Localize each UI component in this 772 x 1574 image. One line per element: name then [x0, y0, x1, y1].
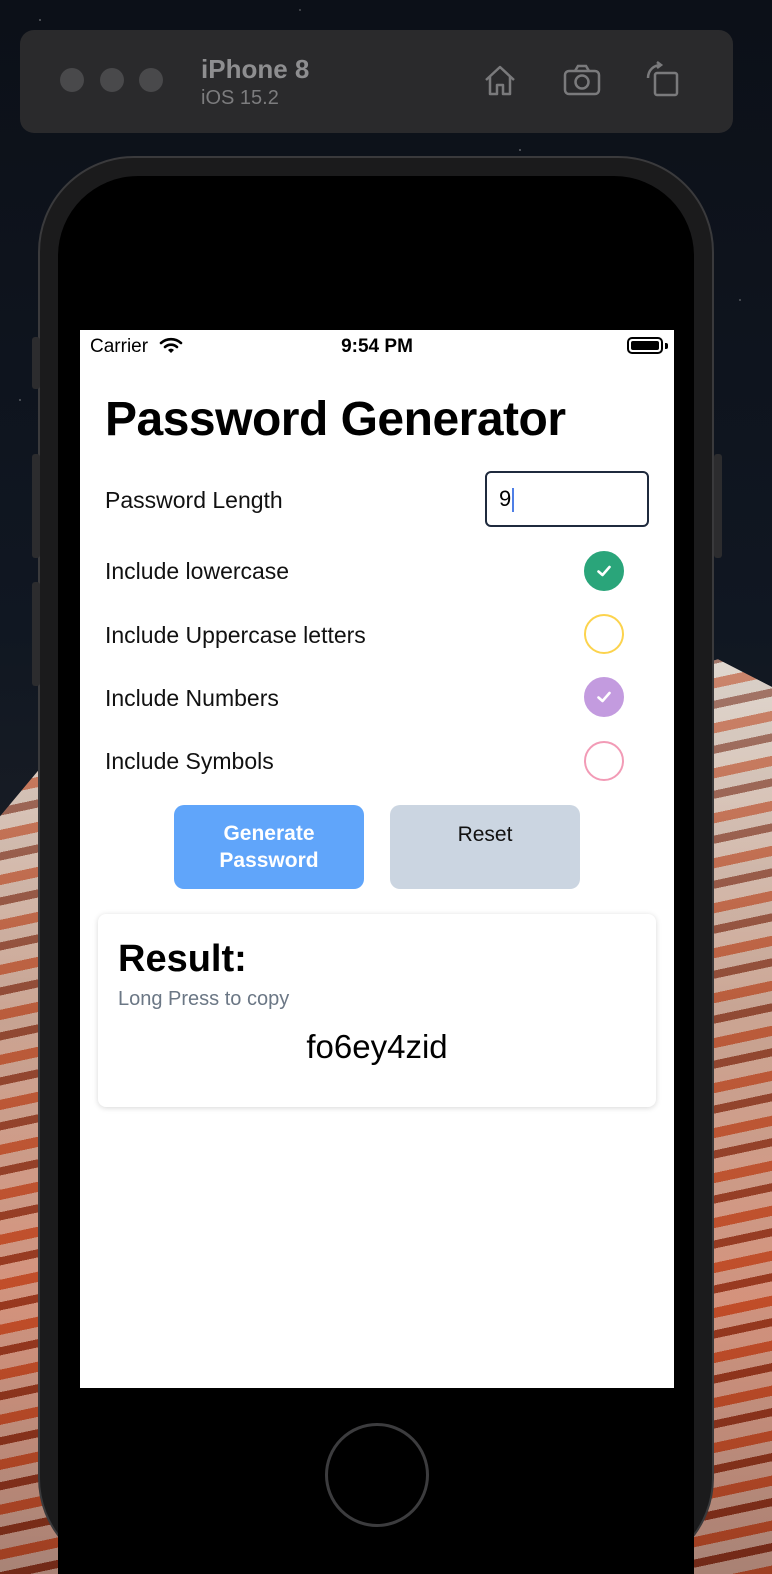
page-title: Password Generator	[105, 393, 566, 446]
home-button[interactable]	[325, 1423, 429, 1527]
result-card[interactable]: Result: Long Press to copy fo6ey4zid	[98, 914, 656, 1107]
status-time: 9:54 PM	[341, 336, 413, 357]
app-screen: Carrier 9:54 PM Password Generator Passw…	[80, 330, 674, 1388]
generate-password-button[interactable]: Generate Password	[174, 805, 364, 889]
battery-nub	[665, 343, 668, 349]
mute-switch	[32, 337, 40, 389]
simulator-os-version: iOS 15.2	[201, 87, 279, 109]
option-label-symbols: Include Symbols	[105, 748, 274, 774]
generated-password[interactable]: fo6ey4zid	[98, 1028, 656, 1066]
checkmark-icon	[597, 565, 611, 577]
power-button	[714, 454, 722, 558]
password-length-value: 9	[499, 486, 512, 511]
password-length-input[interactable]: 9	[485, 471, 649, 527]
text-caret	[512, 488, 515, 513]
result-title: Result:	[118, 938, 247, 980]
option-label-uppercase: Include Uppercase letters	[105, 622, 366, 648]
volume-down-button	[32, 582, 40, 686]
zoom-window-button[interactable]	[139, 68, 163, 92]
uppercase-checkbox[interactable]	[584, 614, 624, 654]
reset-label: Reset	[457, 823, 513, 846]
volume-up-button	[32, 454, 40, 558]
simulator-toolbar	[20, 30, 733, 133]
password-length-label: Password Length	[105, 487, 283, 513]
generate-label-line2: Password	[219, 849, 319, 872]
simulator-device-name: iPhone 8	[201, 54, 310, 84]
numbers-checkbox[interactable]	[584, 677, 624, 717]
symbols-checkbox[interactable]	[584, 741, 624, 781]
result-hint: Long Press to copy	[118, 988, 290, 1010]
camera-icon[interactable]	[562, 60, 602, 100]
battery-icon	[627, 337, 663, 354]
rotate-icon[interactable]	[644, 60, 684, 100]
option-label-numbers: Include Numbers	[105, 685, 279, 711]
status-bar: Carrier 9:54 PM	[80, 330, 674, 362]
home-icon[interactable]	[480, 60, 520, 100]
generate-label-line1: Generate	[223, 822, 315, 845]
reset-button[interactable]: Reset	[390, 805, 580, 889]
option-label-lowercase: Include lowercase	[105, 558, 290, 584]
lowercase-checkbox[interactable]	[584, 551, 624, 591]
minimize-window-button[interactable]	[100, 68, 124, 92]
close-window-button[interactable]	[60, 68, 84, 92]
checkmark-icon	[597, 691, 611, 703]
